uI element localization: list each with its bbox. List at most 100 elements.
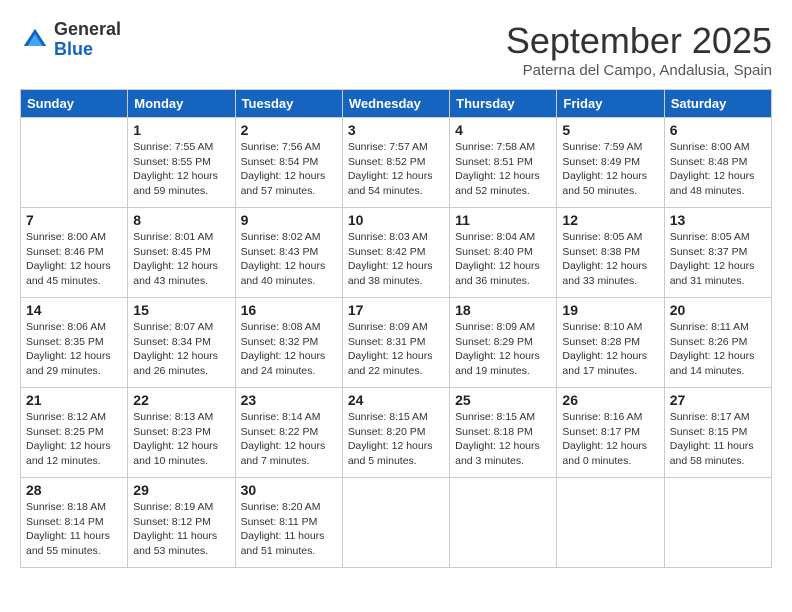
day-number: 17 bbox=[348, 302, 444, 318]
day-number: 2 bbox=[241, 122, 337, 138]
day-cell: 3Sunrise: 7:57 AM Sunset: 8:52 PM Daylig… bbox=[342, 118, 449, 208]
day-info: Sunrise: 8:05 AM Sunset: 8:38 PM Dayligh… bbox=[562, 230, 658, 289]
day-cell: 15 Sunrise: 8:07 AM Sunset: 8:34 PM Dayli… bbox=[128, 298, 235, 388]
day-info: Sunrise: 8:09 AM Sunset: 8:31 PM Dayligh… bbox=[348, 320, 444, 379]
day-cell: 29 Sunrise: 8:19 AM Sunset: 8:12 PM Dayli… bbox=[128, 478, 235, 568]
day-cell: 6 Sunrise: 8:00 AM Sunset: 8:48 PM Daylig… bbox=[664, 118, 771, 208]
column-header-friday: Friday bbox=[557, 90, 664, 118]
day-cell: 8Sunrise: 8:01 AM Sunset: 8:45 PM Daylig… bbox=[128, 208, 235, 298]
column-header-sunday: Sunday bbox=[21, 90, 128, 118]
day-info: Sunrise: 8:11 AM Sunset: 8:26 PM Dayligh… bbox=[670, 320, 766, 379]
day-number: 7 bbox=[26, 212, 122, 228]
day-cell: 27 Sunrise: 8:17 AM Sunset: 8:15 PM Dayli… bbox=[664, 388, 771, 478]
day-info: Sunrise: 7:58 AM Sunset: 8:51 PM Dayligh… bbox=[455, 140, 551, 199]
day-info: Sunrise: 8:15 AM Sunset: 8:18 PM Dayligh… bbox=[455, 410, 551, 469]
day-number: 12 bbox=[562, 212, 658, 228]
month-title: September 2025 bbox=[506, 20, 772, 62]
day-cell: 24Sunrise: 8:15 AM Sunset: 8:20 PM Dayli… bbox=[342, 388, 449, 478]
day-cell bbox=[664, 478, 771, 568]
day-number: 30 bbox=[241, 482, 337, 498]
day-cell: 16 Sunrise: 8:08 AM Sunset: 8:32 PM Dayli… bbox=[235, 298, 342, 388]
day-number: 25 bbox=[455, 392, 551, 408]
column-header-wednesday: Wednesday bbox=[342, 90, 449, 118]
day-number: 28 bbox=[26, 482, 122, 498]
day-number: 19 bbox=[562, 302, 658, 318]
day-info: Sunrise: 8:08 AM Sunset: 8:32 PM Dayligh… bbox=[241, 320, 337, 379]
day-cell: 23 Sunrise: 8:14 AM Sunset: 8:22 PM Dayli… bbox=[235, 388, 342, 478]
week-row-1: 1 Sunrise: 7:55 AM Sunset: 8:55 PM Daylig… bbox=[21, 118, 772, 208]
day-number: 1 bbox=[133, 122, 229, 138]
day-info: Sunrise: 8:18 AM Sunset: 8:14 PM Dayligh… bbox=[26, 500, 122, 559]
column-header-tuesday: Tuesday bbox=[235, 90, 342, 118]
day-cell: 4 Sunrise: 7:58 AM Sunset: 8:51 PM Daylig… bbox=[450, 118, 557, 208]
day-number: 11 bbox=[455, 212, 551, 228]
day-cell: 7 Sunrise: 8:00 AM Sunset: 8:46 PM Daylig… bbox=[21, 208, 128, 298]
day-info: Sunrise: 7:55 AM Sunset: 8:55 PM Dayligh… bbox=[133, 140, 229, 199]
day-info: Sunrise: 7:59 AM Sunset: 8:49 PM Dayligh… bbox=[562, 140, 658, 199]
day-number: 22 bbox=[133, 392, 229, 408]
day-number: 4 bbox=[455, 122, 551, 138]
day-cell: 5 Sunrise: 7:59 AM Sunset: 8:49 PM Daylig… bbox=[557, 118, 664, 208]
day-cell: 14 Sunrise: 8:06 AM Sunset: 8:35 PM Dayli… bbox=[21, 298, 128, 388]
week-row-3: 14 Sunrise: 8:06 AM Sunset: 8:35 PM Dayli… bbox=[21, 298, 772, 388]
day-cell: 2 Sunrise: 7:56 AM Sunset: 8:54 PM Daylig… bbox=[235, 118, 342, 208]
day-cell: 25 Sunrise: 8:15 AM Sunset: 8:18 PM Dayli… bbox=[450, 388, 557, 478]
day-info: Sunrise: 8:04 AM Sunset: 8:40 PM Dayligh… bbox=[455, 230, 551, 289]
day-cell: 19Sunrise: 8:10 AM Sunset: 8:28 PM Dayli… bbox=[557, 298, 664, 388]
day-info: Sunrise: 8:03 AM Sunset: 8:42 PM Dayligh… bbox=[348, 230, 444, 289]
day-cell: 12 Sunrise: 8:05 AM Sunset: 8:38 PM Dayli… bbox=[557, 208, 664, 298]
week-row-5: 28 Sunrise: 8:18 AM Sunset: 8:14 PM Dayli… bbox=[21, 478, 772, 568]
day-number: 16 bbox=[241, 302, 337, 318]
day-info: Sunrise: 8:05 AM Sunset: 8:37 PM Dayligh… bbox=[670, 230, 766, 289]
day-cell bbox=[21, 118, 128, 208]
day-number: 14 bbox=[26, 302, 122, 318]
day-info: Sunrise: 8:01 AM Sunset: 8:45 PM Dayligh… bbox=[133, 230, 229, 289]
day-number: 13 bbox=[670, 212, 766, 228]
day-info: Sunrise: 8:00 AM Sunset: 8:46 PM Dayligh… bbox=[26, 230, 122, 289]
day-number: 6 bbox=[670, 122, 766, 138]
day-number: 27 bbox=[670, 392, 766, 408]
day-info: Sunrise: 8:09 AM Sunset: 8:29 PM Dayligh… bbox=[455, 320, 551, 379]
day-info: Sunrise: 8:14 AM Sunset: 8:22 PM Dayligh… bbox=[241, 410, 337, 469]
day-number: 23 bbox=[241, 392, 337, 408]
day-cell: 11 Sunrise: 8:04 AM Sunset: 8:40 PM Dayli… bbox=[450, 208, 557, 298]
day-cell bbox=[557, 478, 664, 568]
day-info: Sunrise: 8:13 AM Sunset: 8:23 PM Dayligh… bbox=[133, 410, 229, 469]
day-info: Sunrise: 8:02 AM Sunset: 8:43 PM Dayligh… bbox=[241, 230, 337, 289]
day-number: 10 bbox=[348, 212, 444, 228]
column-header-saturday: Saturday bbox=[664, 90, 771, 118]
day-cell: 28 Sunrise: 8:18 AM Sunset: 8:14 PM Dayli… bbox=[21, 478, 128, 568]
day-cell: 22 Sunrise: 8:13 AM Sunset: 8:23 PM Dayli… bbox=[128, 388, 235, 478]
day-cell: 1 Sunrise: 7:55 AM Sunset: 8:55 PM Daylig… bbox=[128, 118, 235, 208]
day-cell: 10 Sunrise: 8:03 AM Sunset: 8:42 PM Dayli… bbox=[342, 208, 449, 298]
page-header: General Blue September 2025 Paterna del … bbox=[20, 20, 772, 79]
day-info: Sunrise: 7:56 AM Sunset: 8:54 PM Dayligh… bbox=[241, 140, 337, 199]
day-info: Sunrise: 8:00 AM Sunset: 8:48 PM Dayligh… bbox=[670, 140, 766, 199]
day-cell: 26Sunrise: 8:16 AM Sunset: 8:17 PM Dayli… bbox=[557, 388, 664, 478]
header-row: SundayMondayTuesdayWednesdayThursdayFrid… bbox=[21, 90, 772, 118]
day-number: 15 bbox=[133, 302, 229, 318]
day-number: 5 bbox=[562, 122, 658, 138]
day-info: Sunrise: 8:17 AM Sunset: 8:15 PM Dayligh… bbox=[670, 410, 766, 469]
day-cell: 21Sunrise: 8:12 AM Sunset: 8:25 PM Dayli… bbox=[21, 388, 128, 478]
day-cell bbox=[450, 478, 557, 568]
day-info: Sunrise: 8:07 AM Sunset: 8:34 PM Dayligh… bbox=[133, 320, 229, 379]
day-number: 21 bbox=[26, 392, 122, 408]
title-block: September 2025 Paterna del Campo, Andalu… bbox=[506, 20, 772, 79]
day-number: 29 bbox=[133, 482, 229, 498]
day-info: Sunrise: 8:15 AM Sunset: 8:20 PM Dayligh… bbox=[348, 410, 444, 469]
week-row-2: 7 Sunrise: 8:00 AM Sunset: 8:46 PM Daylig… bbox=[21, 208, 772, 298]
calendar-table: SundayMondayTuesdayWednesdayThursdayFrid… bbox=[20, 89, 772, 568]
day-cell: 9 Sunrise: 8:02 AM Sunset: 8:43 PM Daylig… bbox=[235, 208, 342, 298]
day-number: 9 bbox=[241, 212, 337, 228]
day-info: Sunrise: 8:19 AM Sunset: 8:12 PM Dayligh… bbox=[133, 500, 229, 559]
day-cell: 30 Sunrise: 8:20 AM Sunset: 8:11 PM Dayli… bbox=[235, 478, 342, 568]
logo: General Blue bbox=[20, 20, 121, 60]
day-info: Sunrise: 8:16 AM Sunset: 8:17 PM Dayligh… bbox=[562, 410, 658, 469]
day-info: Sunrise: 8:20 AM Sunset: 8:11 PM Dayligh… bbox=[241, 500, 337, 559]
day-cell: 18Sunrise: 8:09 AM Sunset: 8:29 PM Dayli… bbox=[450, 298, 557, 388]
day-cell: 20Sunrise: 8:11 AM Sunset: 8:26 PM Dayli… bbox=[664, 298, 771, 388]
day-info: Sunrise: 8:06 AM Sunset: 8:35 PM Dayligh… bbox=[26, 320, 122, 379]
logo-icon bbox=[20, 25, 50, 55]
location-subtitle: Paterna del Campo, Andalusia, Spain bbox=[506, 62, 772, 79]
